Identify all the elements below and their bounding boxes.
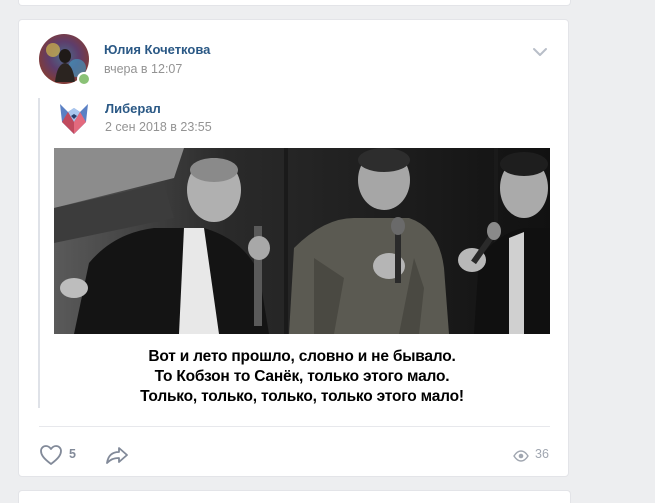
image-caption: Вот и лето прошло, словно и не бывало. Т… (54, 334, 550, 408)
views-count: 36 (535, 447, 549, 461)
repost-source-avatar[interactable] (54, 98, 94, 138)
like-count[interactable]: 5 (69, 447, 76, 461)
caption-line-1: Вот и лето прошло, словно и не бывало. (148, 348, 456, 365)
chevron-down-icon[interactable] (532, 45, 548, 57)
post-photo[interactable] (54, 148, 550, 334)
wall-post: Юлия Кочеткова вчера в 12:07 Либерал 2 с… (18, 19, 569, 477)
footer-divider (39, 426, 550, 427)
caption-line-2: То Кобзон то Санёк, только этого мало. (154, 368, 450, 385)
repost-source-name[interactable]: Либерал (105, 101, 161, 116)
heart-icon[interactable] (39, 444, 63, 466)
repost-border (38, 98, 40, 408)
repost-source-date[interactable]: 2 сен 2018 в 23:55 (105, 120, 212, 134)
online-indicator (77, 72, 91, 86)
author-name[interactable]: Юлия Кочеткова (104, 42, 210, 57)
caption-line-3: Только, только, только, только этого мал… (140, 388, 464, 405)
previous-post-card (18, 0, 571, 6)
share-arrow-icon[interactable] (105, 444, 129, 466)
post-date[interactable]: вчера в 12:07 (104, 62, 182, 76)
eye-icon (513, 449, 529, 462)
